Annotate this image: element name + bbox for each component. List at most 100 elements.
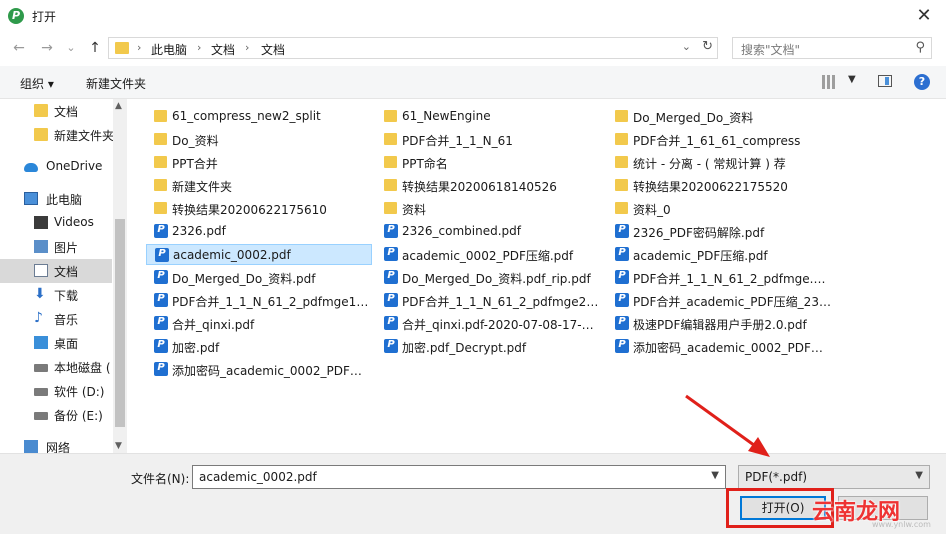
file-item[interactable]: P 2326_PDF密码解除.pdf: [607, 221, 833, 242]
chevron-down-icon[interactable]: ▼: [915, 470, 923, 481]
file-item[interactable]: P Do_Merged_Do_资料.pdf: [146, 267, 372, 288]
filename-input[interactable]: academic_0002.pdf ▼: [192, 465, 726, 489]
file-item[interactable]: P 添加密码_academic_0002_PDF压缩...: [607, 336, 833, 357]
file-name: 转换结果20200618140526: [402, 180, 557, 194]
file-item[interactable]: P PDF合并_1_1_N_61_2_pdfmge.pdf: [607, 267, 833, 288]
scrollbar-thumb[interactable]: [115, 219, 125, 427]
folder-item[interactable]: 转换结果20200622175520: [607, 175, 833, 196]
folder-icon: [154, 133, 167, 145]
preview-pane-icon[interactable]: [878, 75, 892, 87]
folder-icon: [384, 133, 397, 145]
pdf-file-icon: P: [384, 339, 398, 353]
pdf-file-icon: P: [615, 270, 629, 284]
view-options-icon[interactable]: [822, 75, 836, 89]
file-item[interactable]: P 加密.pdf_Decrypt.pdf: [376, 336, 602, 357]
file-name: 添加密码_academic_0002_PDF压缩...: [633, 341, 831, 355]
folder-item[interactable]: PPT合并: [146, 152, 372, 173]
sidebar-item-local-disk-c[interactable]: 本地磁盘 (: [0, 355, 112, 379]
address-bar[interactable]: › 此电脑 › 文档 › 文档 ⌄ ↻: [108, 37, 718, 59]
up-arrow-icon[interactable]: ↑: [86, 38, 104, 58]
file-item[interactable]: P 2326_combined.pdf: [376, 221, 602, 242]
organize-button[interactable]: 组织 ▾: [20, 75, 54, 92]
folder-item[interactable]: 统计 - 分离 - ( 常规计算 ) 荐: [607, 152, 833, 173]
sidebar-item-new-folder[interactable]: 新建文件夹: [0, 123, 114, 147]
file-name: academic_0002.pdf: [173, 248, 291, 262]
title-bar: P 打开 ✕: [0, 0, 946, 32]
file-name: 加密.pdf: [172, 341, 220, 355]
folder-item[interactable]: PDF合并_1_61_61_compress: [607, 129, 833, 150]
file-item[interactable]: P 添加密码_academic_0002_PDF压缩...: [146, 359, 372, 380]
file-item[interactable]: P Do_Merged_Do_资料.pdf_rip.pdf: [376, 267, 602, 288]
sidebar-item-music[interactable]: ♪ 音乐: [0, 307, 112, 331]
recent-locations-icon[interactable]: ⌄: [62, 38, 80, 58]
chevron-down-icon[interactable]: ▼: [711, 470, 719, 481]
sidebar-item-onedrive[interactable]: OneDrive: [0, 155, 112, 179]
file-item[interactable]: P 合并_qinxi.pdf: [146, 313, 372, 334]
file-item[interactable]: P PDF合并_academic_PDF压缩_2326....: [607, 290, 833, 311]
sidebar-item-label: 桌面: [54, 337, 79, 351]
folder-item[interactable]: 转换结果20200622175610: [146, 198, 372, 219]
folder-icon: [384, 179, 397, 191]
folder-item[interactable]: 61_compress_new2_split: [146, 106, 372, 127]
folder-item[interactable]: PDF合并_1_1_N_61: [376, 129, 602, 150]
sidebar-item-label: 软件 (D:): [54, 385, 105, 399]
file-name: Do_Merged_Do_资料.pdf_rip.pdf: [402, 272, 591, 286]
sidebar-item-downloads[interactable]: ⬇ 下载: [0, 283, 112, 307]
sidebar-item-pictures[interactable]: 图片: [0, 235, 112, 259]
folder-icon: [384, 202, 397, 214]
breadcrumb-documents-current[interactable]: 文档: [261, 41, 285, 58]
pdf-file-icon: P: [154, 293, 168, 307]
file-item[interactable]: P 极速PDF编辑器用户手册2.0.pdf: [607, 313, 833, 334]
file-item[interactable]: Pacademic_0002.pdf: [146, 244, 372, 265]
file-item[interactable]: Pacademic_PDF压缩.pdf: [607, 244, 833, 265]
file-name: PDF合并_1_61_61_compress: [633, 134, 801, 148]
sidebar-scrollbar[interactable]: ▲ ▼: [113, 99, 127, 453]
file-item[interactable]: Pacademic_0002_PDF压缩.pdf: [376, 244, 602, 265]
folder-item[interactable]: 转换结果20200618140526: [376, 175, 602, 196]
close-icon[interactable]: ✕: [912, 4, 936, 28]
chevron-down-icon[interactable]: ⌄: [682, 40, 691, 53]
file-name: 2326_PDF密码解除.pdf: [633, 226, 765, 240]
file-name: 转换结果20200622175520: [633, 180, 788, 194]
file-item[interactable]: P 2326.pdf: [146, 221, 372, 242]
folder-item[interactable]: Do_资料: [146, 129, 372, 150]
back-arrow-icon[interactable]: ←: [10, 38, 28, 58]
folder-item[interactable]: PPT命名: [376, 152, 602, 173]
forward-arrow-icon[interactable]: →: [38, 38, 56, 58]
pc-icon: [24, 192, 38, 205]
scroll-down-icon[interactable]: ▼: [115, 441, 122, 451]
folder-item[interactable]: 新建文件夹: [146, 175, 372, 196]
new-folder-button[interactable]: 新建文件夹: [86, 75, 146, 92]
file-item[interactable]: P PDF合并_1_1_N_61_2_pdfmge1_sp...: [146, 290, 372, 311]
folder-item[interactable]: 61_NewEngine: [376, 106, 602, 127]
folder-icon: [154, 110, 167, 122]
file-name: Do_资料: [172, 134, 219, 148]
sidebar-item-documents[interactable]: 文档: [0, 259, 112, 283]
folder-icon: [34, 128, 48, 141]
sidebar-item-documents-quick[interactable]: 文档: [0, 99, 112, 123]
sidebar-item-label: OneDrive: [46, 159, 103, 173]
scroll-up-icon[interactable]: ▲: [115, 101, 122, 111]
sidebar-item-desktop[interactable]: 桌面: [0, 331, 112, 355]
sidebar-item-label: 音乐: [54, 313, 79, 327]
sidebar-item-disk-d[interactable]: 软件 (D:): [0, 379, 112, 403]
folder-item[interactable]: 资料: [376, 198, 602, 219]
folder-item[interactable]: Do_Merged_Do_资料: [607, 106, 833, 127]
sidebar-item-videos[interactable]: Videos: [0, 211, 112, 235]
file-name: academic_0002_PDF压缩.pdf: [402, 249, 574, 263]
file-item[interactable]: P PDF合并_1_1_N_61_2_pdfmge2_sp...: [376, 290, 602, 311]
sidebar-item-disk-e[interactable]: 备份 (E:): [0, 403, 112, 427]
file-item[interactable]: P 加密.pdf: [146, 336, 372, 357]
sidebar-item-network[interactable]: 网络: [0, 435, 112, 453]
breadcrumb-documents[interactable]: 文档: [211, 41, 235, 58]
sidebar-item-this-pc[interactable]: 此电脑: [0, 187, 112, 211]
file-name: 加密.pdf_Decrypt.pdf: [402, 341, 527, 355]
refresh-icon[interactable]: ↻: [702, 39, 713, 54]
search-input[interactable]: 搜索"文档" ⚲: [732, 37, 932, 59]
file-type-select[interactable]: PDF(*.pdf) ▼: [738, 465, 930, 489]
chevron-down-icon[interactable]: ▼: [848, 74, 856, 85]
help-icon[interactable]: ?: [914, 74, 930, 90]
file-item[interactable]: P 合并_qinxi.pdf-2020-07-08-17-43-...: [376, 313, 602, 334]
breadcrumb-this-pc[interactable]: 此电脑: [151, 41, 187, 58]
folder-item[interactable]: 资料_0: [607, 198, 833, 219]
